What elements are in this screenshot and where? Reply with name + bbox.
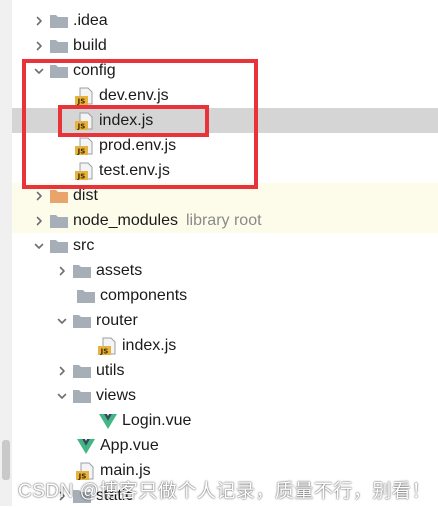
watermark: CSDN @博客只做个人记录，质量不行，别看！ (18, 481, 431, 502)
chevron-right-icon[interactable] (56, 258, 68, 283)
folder-icon (49, 208, 71, 233)
folder-icon (72, 258, 94, 283)
vertical-scrollbar[interactable] (0, 0, 12, 506)
tree-item-config[interactable]: config (12, 58, 438, 83)
tree-item-label: views (96, 386, 137, 404)
arrow-spacer (59, 158, 71, 183)
tree-item-test-env-js[interactable]: JS test.env.js (12, 158, 438, 183)
chevron-down-icon[interactable] (56, 383, 68, 408)
svg-text:JS: JS (77, 147, 86, 155)
tree-item-src[interactable]: src (12, 233, 438, 258)
chevron-right-icon[interactable] (33, 33, 45, 58)
chevron-down-icon[interactable] (56, 308, 68, 333)
folder-icon (72, 358, 94, 383)
tree-item-label: test.env.js (99, 161, 170, 179)
tree-item-login-vue[interactable]: Login.vue (12, 408, 438, 433)
chevron-right-icon[interactable] (56, 358, 68, 383)
tree-item-label: assets (96, 261, 143, 279)
arrow-spacer (59, 108, 71, 133)
tree-item-label: src (73, 236, 95, 254)
tree-item-assets[interactable]: assets (12, 258, 438, 283)
tree-item-label: components (100, 286, 188, 304)
folder-icon (72, 308, 94, 333)
chevron-right-icon[interactable] (33, 183, 45, 208)
tree-item-label: router (96, 311, 138, 329)
arrow-spacer (60, 433, 72, 458)
folder-icon (49, 58, 71, 83)
svg-text:JS: JS (100, 347, 109, 355)
js-file-icon: JS (75, 83, 97, 108)
tree-item-dist[interactable]: dist (12, 183, 438, 208)
arrow-spacer (60, 283, 72, 308)
arrow-spacer (59, 83, 71, 108)
tree-item-label: config (73, 61, 116, 79)
tree-item-idea[interactable]: .idea (12, 8, 438, 33)
js-file-icon: JS (75, 108, 97, 133)
js-file-icon: JS (75, 158, 97, 183)
chevron-right-icon[interactable] (33, 8, 45, 33)
tree-item-index-js[interactable]: JS index.js (12, 333, 438, 358)
tree-item-label: Login.vue (122, 411, 192, 429)
project-tree: .idea build config JS dev.env.js JS index.js JS… (0, 0, 438, 506)
tree-item-label: App.vue (100, 436, 159, 454)
tree-item-utils[interactable]: utils (12, 358, 438, 383)
folder-icon (72, 383, 94, 408)
tree-item-label: build (73, 36, 107, 54)
svg-text:JS: JS (77, 97, 86, 105)
chevron-down-icon[interactable] (33, 233, 45, 258)
tree-item-label: .idea (73, 11, 108, 29)
tree-item-prod-env-js[interactable]: JS prod.env.js (12, 133, 438, 158)
chevron-down-icon[interactable] (33, 58, 45, 83)
js-file-icon: JS (98, 333, 120, 358)
library-root-hint: library root (185, 211, 262, 229)
chevron-right-icon[interactable] (33, 208, 45, 233)
vue-file-icon (76, 433, 98, 458)
scrollbar-thumb[interactable] (2, 440, 10, 480)
folder-icon (49, 233, 71, 258)
tree-item-app-vue[interactable]: App.vue (12, 433, 438, 458)
tree-item-dev-env-js[interactable]: JS dev.env.js (12, 83, 438, 108)
folder-icon (49, 183, 71, 208)
svg-text:JS: JS (77, 122, 86, 130)
tree-item-label: prod.env.js (99, 136, 177, 154)
tree-item-views[interactable]: views (12, 383, 438, 408)
tree-item-components[interactable]: components (12, 283, 438, 308)
tree-item-build[interactable]: build (12, 33, 438, 58)
tree-item-label: index.js (122, 336, 177, 354)
js-file-icon: JS (75, 133, 97, 158)
tree-item-label: utils (96, 361, 125, 379)
tree-item-label: index.js (99, 111, 154, 129)
folder-icon (49, 8, 71, 33)
folder-icon (49, 33, 71, 58)
vue-file-icon (98, 408, 120, 433)
folder-icon (76, 283, 98, 308)
tree-item-label: node_modules (73, 211, 178, 229)
tree-item-label: dist (73, 186, 98, 204)
svg-text:JS: JS (77, 172, 86, 180)
arrow-spacer (59, 133, 71, 158)
tree-item-router[interactable]: router (12, 308, 438, 333)
arrow-spacer (82, 408, 94, 433)
tree-item-label: dev.env.js (99, 86, 169, 104)
tree-item-node-modules[interactable]: node_modules library root (12, 208, 438, 233)
tree-item-index-js[interactable]: JS index.js (12, 108, 438, 133)
arrow-spacer (82, 333, 94, 358)
